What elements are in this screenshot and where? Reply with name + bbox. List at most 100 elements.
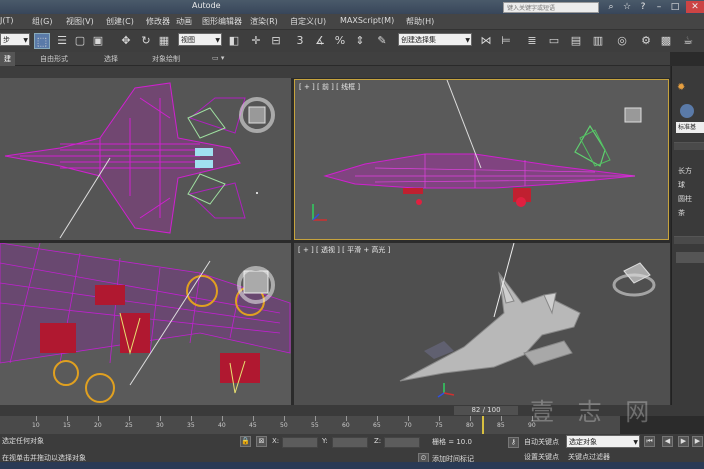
object-type-rollout[interactable] (674, 142, 704, 150)
help-search-input[interactable]: 键入关键字或短语 (503, 2, 599, 13)
menu-bar: J(T) 组(G) 视图(V) 创建(C) 修改器 动画 图形编辑器 渲染(R)… (0, 14, 704, 30)
key-selection-dropdown[interactable]: 选定对象 ▼ (566, 435, 640, 448)
previous-frame-icon[interactable]: ◀ (662, 436, 673, 447)
play-icon[interactable]: ▶ (678, 436, 689, 447)
track-tick (408, 416, 409, 421)
viewport-top[interactable] (0, 78, 291, 240)
auto-key-button[interactable]: 自动关键点 (524, 437, 559, 447)
selection-filter-value: 步 (3, 36, 10, 44)
track-tick (501, 416, 502, 421)
percent-snap-icon[interactable]: % (332, 33, 348, 49)
current-time-marker (482, 416, 485, 434)
select-manipulate-icon[interactable]: ✛ (248, 33, 264, 49)
render-setup-icon[interactable]: ⚙ (638, 33, 654, 49)
minimize-icon[interactable]: – (652, 1, 666, 13)
track-tick-label: 55 (311, 422, 319, 429)
menu-group[interactable]: 组(G) (32, 16, 52, 27)
go-to-start-icon[interactable]: ⏮ (644, 436, 655, 447)
track-tick (284, 416, 285, 421)
rotate-icon[interactable]: ↻ (138, 33, 154, 49)
layer-manager-icon[interactable]: ≣ (524, 33, 540, 49)
angle-snap-icon[interactable]: ∡ (312, 33, 328, 49)
material-editor-icon[interactable]: ◎ (614, 33, 630, 49)
window-crossing-icon[interactable]: ▣ (90, 33, 106, 49)
key-icon[interactable]: ⚷ (508, 437, 519, 448)
tab-modeling[interactable]: 建 (0, 52, 15, 66)
reference-coordinate-dropdown[interactable]: 视图 ▼ (178, 33, 222, 46)
lock-icon[interactable]: 🔒 (240, 436, 251, 447)
named-selection-set-dropdown[interactable]: 创建选择集 ▼ (398, 33, 472, 46)
selection-filter-dropdown[interactable]: 步 ▼ (0, 33, 30, 46)
jet-top-wireframe (4, 82, 275, 239)
ribbon-toggle-icon[interactable]: ▭ (546, 33, 562, 49)
viewport-perspective[interactable]: [ + ] [ 透视 ] [ 平滑 + 高光 ] (294, 243, 670, 405)
snap-icon[interactable]: 3 (292, 33, 308, 49)
z-coord-field[interactable] (384, 437, 420, 448)
y-coord-field[interactable] (332, 437, 368, 448)
name-field[interactable] (676, 252, 704, 263)
help-icon[interactable]: ? (636, 1, 650, 13)
grid-size: 栅格 = 10.0 (432, 438, 472, 446)
sphere-button[interactable]: 球 (678, 180, 685, 190)
close-icon[interactable]: ✕ (686, 1, 704, 13)
select-object-icon[interactable]: ⬚ (34, 33, 50, 49)
axis-gizmo (437, 383, 455, 398)
next-frame-icon[interactable]: ▶ (692, 436, 703, 447)
rect-select-region-icon[interactable]: ▢ (72, 33, 88, 49)
edit-named-selection-icon[interactable]: ✎ (374, 33, 390, 49)
move-icon[interactable]: ✥ (118, 33, 134, 49)
menu-help[interactable]: 帮助(H) (406, 16, 434, 27)
curve-editor-icon[interactable]: ▤ (568, 33, 584, 49)
viewport-front[interactable]: [ + ] [ 前 ] [ 线框 ] (294, 79, 669, 240)
menu-modifiers[interactable]: 修改器 (146, 16, 170, 27)
star-icon[interactable]: ☆ (620, 1, 634, 13)
menu-graph-editors[interactable]: 图形编辑器 (202, 16, 242, 27)
track-tick-label: 50 (280, 422, 288, 429)
schematic-view-icon[interactable]: ▥ (590, 33, 606, 49)
x-coord-field[interactable] (282, 437, 318, 448)
ribbon-options-icon[interactable]: ▭ ▾ (212, 54, 224, 62)
search-icon[interactable]: ⌕ (604, 1, 618, 13)
box-button[interactable]: 长方 (678, 166, 692, 176)
menu-create[interactable]: 创建(C) (106, 16, 134, 27)
set-key-button[interactable]: 设置关键点 (524, 452, 559, 462)
track-bar[interactable]: 10 15 20 25 30 35 40 45 50 55 60 65 70 75 80 85 90 (0, 416, 620, 434)
teapot-button[interactable]: 茶 (678, 208, 685, 218)
track-tick (470, 416, 471, 421)
mirror-icon[interactable]: ⋈ (478, 33, 494, 49)
status-prompt: 选定任何对象 (2, 437, 44, 445)
track-tick-label: 70 (404, 422, 412, 429)
select-by-name-icon[interactable]: ☰ (54, 33, 70, 49)
menu-maxscript[interactable]: MAXScript(M) (340, 16, 394, 25)
cylinder-button[interactable]: 圆柱 (678, 194, 692, 204)
create-panel-icon[interactable]: ✹ (677, 82, 685, 93)
tab-freeform[interactable]: 自由形式 (40, 54, 68, 64)
time-slider-thumb[interactable]: 82 / 100 (454, 406, 518, 415)
menu-views[interactable]: 视图(V) (66, 16, 94, 27)
rendered-frame-window-icon[interactable]: ▩ (658, 33, 674, 49)
pivot-icon[interactable]: ◧ (226, 33, 242, 49)
ribbon-tabs: 建 自由形式 选择 对象绘制 ▭ ▾ (0, 52, 670, 66)
y-coord-label: Y: (322, 437, 328, 445)
menu-rendering[interactable]: 渲染(R) (250, 16, 278, 27)
track-tick-label: 65 (373, 422, 381, 429)
tab-selection[interactable]: 选择 (104, 54, 118, 64)
spinner-snap-icon[interactable]: ⇕ (352, 33, 368, 49)
menu-customize[interactable]: 自定义(U) (290, 16, 326, 27)
scale-icon[interactable]: ▦ (156, 33, 172, 49)
axis-gizmo (312, 204, 327, 221)
keyboard-shortcut-icon[interactable]: ⊟ (268, 33, 284, 49)
tab-object-paint[interactable]: 对象绘制 (152, 54, 180, 64)
maximize-icon[interactable]: □ (668, 1, 682, 13)
viewport-left[interactable] (0, 243, 291, 405)
key-filters-button[interactable]: 关键点过滤器 (568, 452, 610, 462)
object-type-dropdown[interactable]: 标准基 (676, 122, 704, 133)
menu-tools[interactable]: J(T) (0, 16, 14, 25)
absolute-mode-icon[interactable]: ⊠ (256, 436, 267, 447)
z-coord-label: Z: (374, 437, 382, 445)
geometry-icon[interactable] (680, 104, 694, 118)
align-icon[interactable]: ⊨ (498, 33, 514, 49)
render-teapot-icon[interactable]: ☕ (680, 33, 696, 49)
name-color-rollout[interactable] (674, 236, 704, 244)
menu-animation[interactable]: 动画 (176, 16, 192, 27)
